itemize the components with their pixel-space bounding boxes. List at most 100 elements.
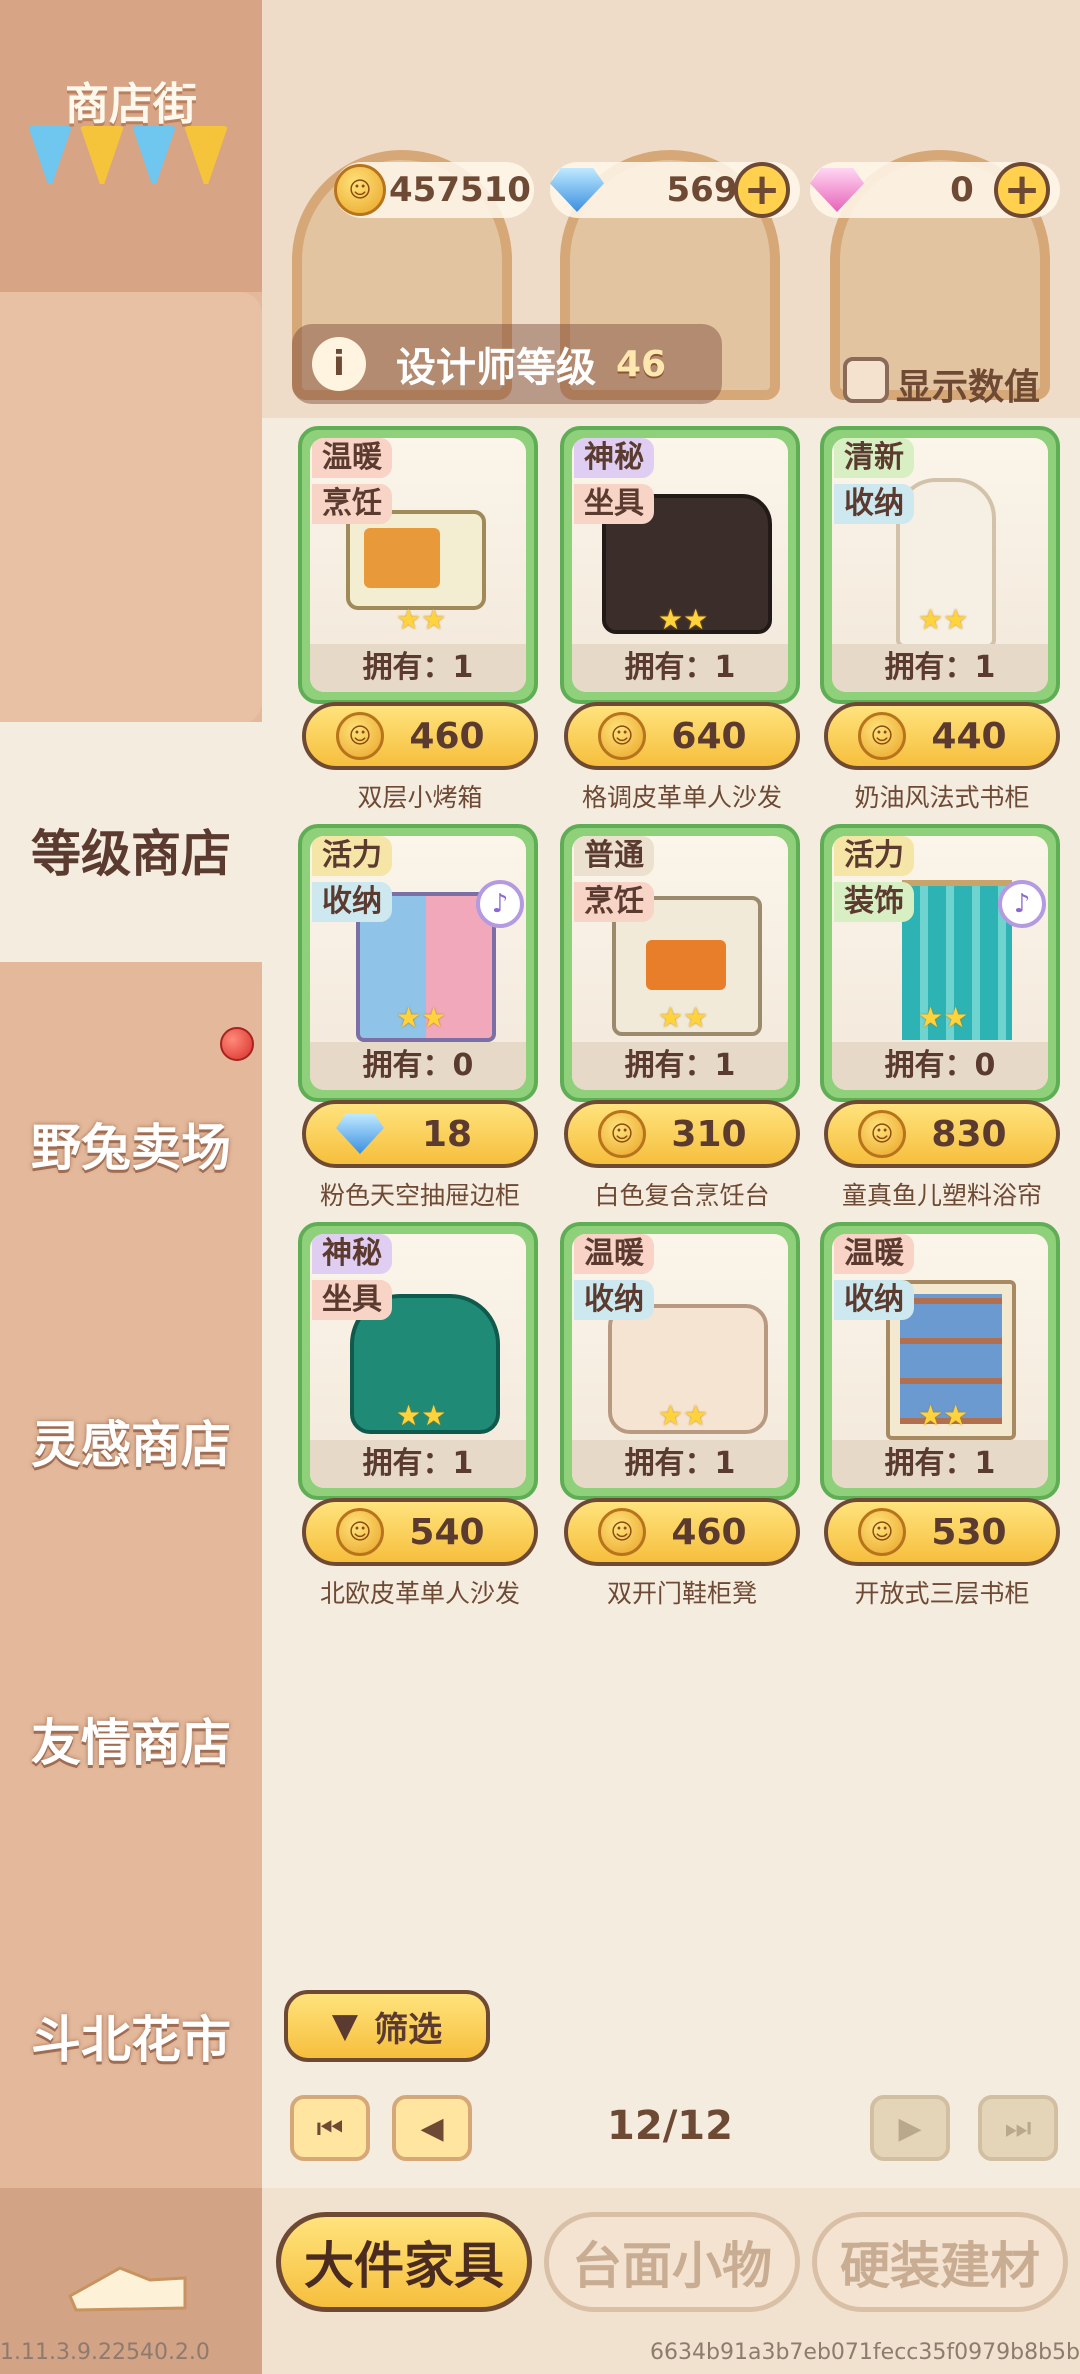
tab-large-furniture[interactable]: 大件家具 [276,2212,532,2312]
cat-coin-icon: ☺ [858,1110,906,1158]
designer-level: i 设计师等级 46 [292,324,722,404]
item-price: 830 [931,1113,1007,1155]
sidebar-title: 商店街 [65,79,197,130]
cat-coin-icon: ☺ [598,1110,646,1158]
item-tag: 装饰 [834,882,914,922]
pink-gem-icon [810,168,864,212]
buy-button[interactable]: 18 [302,1100,538,1168]
rating-stars: ★★ [658,1399,709,1432]
prev-icon: ◀ [420,2110,444,2146]
owned-count: 拥有：1 [572,1440,788,1488]
rating-stars: ★★ [918,603,969,636]
buy-button[interactable]: ☺ 460 [564,1498,800,1566]
item-tag: 收纳 [312,882,392,922]
item-tag: 烹饪 [574,882,654,922]
rating-stars: ★★ [918,1001,969,1034]
sidebar-item-flower-market[interactable]: 斗北花市 [0,2000,262,2072]
last-page-button[interactable]: ⏭ [978,2095,1058,2161]
buy-button[interactable]: ☺ 540 [302,1498,538,1566]
buy-button[interactable]: ☺ 640 [564,702,800,770]
music-note-icon: ♪ [476,880,524,928]
item-name: 双开门鞋柜凳 [606,1579,757,1608]
rating-stars: ★★ [396,1001,447,1034]
item-name: 格调皮革单人沙发 [581,783,782,812]
owned-count: 拥有：1 [572,644,788,692]
rating-stars: ★★ [918,1399,969,1432]
item-tag: 温暖 [834,1234,914,1274]
item-price: 540 [409,1511,485,1553]
item-tag: 收纳 [574,1280,654,1320]
show-values-checkbox[interactable] [843,357,889,403]
version-text: 1.11.3.9.22540.2.0 [0,2340,210,2365]
blue-diamond-icon [550,168,604,212]
rating-stars: ★★ [396,603,447,636]
item-tag: 温暖 [574,1234,654,1274]
cat-coin-icon: ☺ [334,164,386,216]
skip-end-icon: ⏭ [1004,2110,1032,2146]
show-values-label: 显示数值 [896,367,1041,408]
item-name: 北欧皮革单人沙发 [319,1579,520,1608]
tab-tabletop-items[interactable]: 台面小物 [544,2212,800,2312]
item-tag: 烹饪 [312,484,392,524]
furniture-image [346,510,486,610]
item-card[interactable]: 神秘 坐具 ★★ 拥有：1 [298,1222,538,1500]
designer-level-label: 设计师等级 [396,345,596,391]
prev-page-button[interactable]: ◀ [392,2095,472,2161]
first-page-button[interactable]: ⏮ [290,2095,370,2161]
sidebar-item-label: 等级商店 [31,825,231,883]
cat-coin-icon: ☺ [598,1508,646,1556]
sidebar-item-rabbit-market[interactable]: 野兔卖场 [0,1108,262,1180]
item-tag: 神秘 [312,1234,392,1274]
item-card[interactable]: 温暖烹饪 ★★ 拥有：1 [298,426,538,704]
cat-coin-icon: ☺ [858,1508,906,1556]
next-page-button[interactable]: ▶ [870,2095,950,2161]
owned-count: 拥有：1 [832,1440,1048,1488]
buy-button[interactable]: ☺ 830 [824,1100,1060,1168]
item-tag: 温暖 [312,438,392,478]
item-name: 双层小烤箱 [357,783,483,812]
sidebar-item-level-shop[interactable]: 等级商店 [0,722,262,962]
item-card[interactable]: 温暖收纳 ★★ 拥有：1 [820,1222,1060,1500]
item-card[interactable]: 清新 收纳 ★★ 拥有：1 [820,426,1060,704]
skip-start-icon: ⏮ [316,2110,344,2146]
coin-counter: ☺ 457510 [334,162,534,218]
item-tag: 坐具 [574,484,654,524]
tab-building-materials[interactable]: 硬装建材 [812,2212,1068,2312]
sidebar-item-inspiration-shop[interactable]: 灵感商店 [0,1405,262,1477]
item-price: 460 [409,715,485,757]
blue-diamond-icon [336,1114,384,1154]
item-name: 童真鱼儿塑料浴帘 [841,1181,1042,1210]
filter-button[interactable]: ▼ 筛选 [284,1990,490,2062]
buy-button[interactable]: ☺ 440 [824,702,1060,770]
buy-button[interactable]: ☺ 530 [824,1498,1060,1566]
item-tag: 收纳 [834,1280,914,1320]
item-card[interactable]: 活力 收纳 ♪ ★★ 拥有：0 [298,824,538,1102]
owned-count: 拥有：1 [310,644,526,692]
item-price: 310 [671,1113,747,1155]
item-card[interactable]: 温暖收纳 ★★ 拥有：1 [560,1222,800,1500]
cat-coin-icon: ☺ [336,712,384,760]
item-name: 开放式三层书柜 [854,1579,1030,1608]
item-name: 粉色天空抽屉边柜 [319,1181,520,1210]
cat-coin-icon: ☺ [858,712,906,760]
item-price: 640 [671,715,747,757]
add-diamond-button[interactable]: + [734,162,790,218]
item-price: 530 [931,1511,1007,1553]
designer-level-value: 46 [616,343,667,385]
build-hash-text: 6634b91a3b7eb071fecc35f0979b8b5b [650,2340,1080,2365]
cat-coin-icon: ☺ [336,1508,384,1556]
owned-count: 拥有：0 [832,1042,1048,1090]
item-card[interactable]: 普通 烹饪 ★★ 拥有：1 [560,824,800,1102]
item-card[interactable]: 活力 装饰 ♪ ★★ 拥有：0 [820,824,1060,1102]
item-name: 奶油风法式书柜 [854,783,1030,812]
buy-button[interactable]: ☺ 310 [564,1100,800,1168]
item-tag: 活力 [834,836,914,876]
sidebar-item-friendship-shop[interactable]: 友情商店 [0,1703,262,1775]
add-pink-gem-button[interactable]: + [994,162,1050,218]
bunting-flags [28,126,228,186]
item-card[interactable]: 神秘 坐具 ★★ 拥有：1 [560,426,800,704]
item-price: 440 [931,715,1007,757]
buy-button[interactable]: ☺ 460 [302,702,538,770]
info-icon[interactable]: i [312,337,366,391]
item-tag: 清新 [834,438,914,478]
